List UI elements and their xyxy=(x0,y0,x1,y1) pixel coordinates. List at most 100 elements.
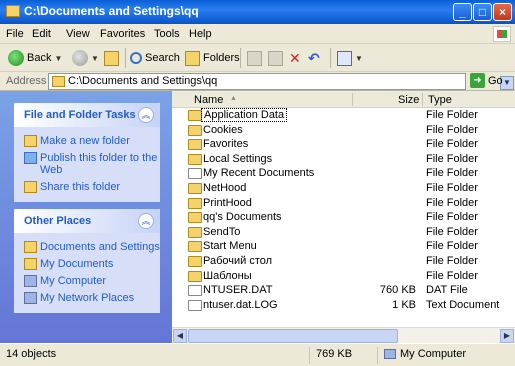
place-label: My Documents xyxy=(40,258,114,270)
task-make-new-folder[interactable]: Make a new folder xyxy=(14,135,160,147)
file-type: File Folder xyxy=(426,152,478,165)
scroll-left-icon[interactable]: ◀ xyxy=(173,329,187,343)
forward-button[interactable]: ▼ xyxy=(72,48,99,68)
file-row[interactable]: Local Settings File Folder xyxy=(172,152,515,167)
horizontal-scrollbar[interactable]: ◀ ▶ xyxy=(172,327,515,343)
file-name: Рабочий стол xyxy=(203,254,273,267)
task-pane: File and Folder Tasks ︽ Make a new folde… xyxy=(0,91,172,343)
column-divider[interactable] xyxy=(422,93,423,106)
move-to-icon xyxy=(247,50,262,66)
copy-to-button[interactable] xyxy=(268,48,283,68)
menu-tools[interactable]: Tools xyxy=(154,28,180,40)
close-button[interactable]: × xyxy=(493,3,512,21)
file-row[interactable]: Шаблоны File Folder xyxy=(172,269,515,284)
file-list[interactable]: Name ▲ Size Type Application Data File Fo… xyxy=(172,91,515,343)
address-value: C:\Documents and Settings\qq xyxy=(68,75,218,87)
column-size-header[interactable]: Size xyxy=(398,94,419,106)
file-row[interactable]: Start Menu File Folder xyxy=(172,239,515,254)
back-label: Back xyxy=(27,52,52,64)
task-publish-folder[interactable]: Publish this folder to the Web xyxy=(14,152,160,176)
go-button[interactable]: ➜ Go xyxy=(470,73,503,88)
file-name: My Recent Documents xyxy=(203,167,315,180)
folder-icon xyxy=(188,153,202,165)
folder-icon xyxy=(188,226,202,238)
scroll-right-icon[interactable]: ▶ xyxy=(500,329,514,343)
file-row[interactable]: ntuser.dat.LOG 1 KB Text Document xyxy=(172,298,515,313)
file-row[interactable]: SendTo File Folder xyxy=(172,225,515,240)
column-name-header[interactable]: Name xyxy=(194,94,223,106)
place-my-network-places[interactable]: My Network Places xyxy=(14,292,160,304)
delete-button[interactable]: ✕ xyxy=(289,48,301,68)
file-size: 1 KB xyxy=(392,298,416,311)
file-name: NetHood xyxy=(203,181,247,194)
new-folder-icon xyxy=(24,135,37,147)
file-type: File Folder xyxy=(426,181,478,194)
maximize-button[interactable]: □ xyxy=(473,3,492,21)
file-folder-tasks-panel: File and Folder Tasks ︽ Make a new folde… xyxy=(14,103,160,202)
file-name: ntuser.dat.LOG xyxy=(203,298,278,311)
recent-folder-icon xyxy=(188,168,202,180)
status-bar: 14 objects 769 KB My Computer xyxy=(0,343,515,366)
file-type: DAT File xyxy=(426,284,468,297)
column-type-header[interactable]: Type xyxy=(428,94,452,106)
search-label: Search xyxy=(145,52,180,64)
menu-file[interactable]: File xyxy=(6,28,24,40)
undo-icon: ↶ xyxy=(308,49,320,66)
chevron-down-icon[interactable]: ▼ xyxy=(355,54,363,63)
file-row[interactable]: Рабочий стол File Folder xyxy=(172,254,515,269)
back-button[interactable]: Back ▼ xyxy=(8,48,62,68)
panel-header[interactable]: File and Folder Tasks ︽ xyxy=(14,103,160,127)
place-my-computer[interactable]: My Computer xyxy=(14,275,160,287)
task-label: Make a new folder xyxy=(40,135,130,147)
file-type: File Folder xyxy=(426,240,478,253)
title-bar[interactable]: C:\Documents and Settings\qq _ □ × xyxy=(0,0,515,24)
file-row[interactable]: Application Data File Folder xyxy=(172,108,515,123)
window-title: C:\Documents and Settings\qq xyxy=(24,4,199,18)
place-label: My Computer xyxy=(40,275,107,287)
menu-bar: File Edit View Favorites Tools Help xyxy=(0,24,515,44)
up-folder-icon xyxy=(104,50,119,66)
file-name: Local Settings xyxy=(203,152,273,165)
place-documents-and-settings[interactable]: Documents and Settings xyxy=(14,241,160,253)
toolbar-divider xyxy=(125,48,126,68)
chevron-down-icon[interactable]: ▼ xyxy=(91,54,99,63)
file-row[interactable]: NTUSER.DAT 760 KB DAT File xyxy=(172,283,515,298)
file-row[interactable]: PrintHood File Folder xyxy=(172,196,515,211)
move-to-button[interactable] xyxy=(247,48,262,68)
panel-header[interactable]: Other Places ︽ xyxy=(14,209,160,233)
address-input[interactable]: C:\Documents and Settings\qq ▼ xyxy=(48,73,514,90)
delete-x-icon: ✕ xyxy=(289,49,301,66)
toolbar-divider xyxy=(240,48,241,68)
file-row[interactable]: My Recent Documents File Folder xyxy=(172,166,515,181)
file-type: File Folder xyxy=(426,254,478,267)
file-row[interactable]: Favorites File Folder xyxy=(172,137,515,152)
file-row[interactable]: NetHood File Folder xyxy=(172,181,515,196)
menu-view[interactable]: View xyxy=(66,28,90,40)
text-file-icon xyxy=(188,299,202,311)
menu-favorites[interactable]: Favorites xyxy=(100,28,145,40)
views-button[interactable]: ▼ xyxy=(337,48,363,68)
file-row[interactable]: Cookies File Folder xyxy=(172,123,515,138)
place-my-documents[interactable]: My Documents xyxy=(14,258,160,270)
up-folder-button[interactable] xyxy=(104,48,119,68)
undo-button[interactable]: ↶ xyxy=(308,48,320,68)
folder-icon xyxy=(52,76,65,87)
column-divider[interactable] xyxy=(352,93,353,106)
chevron-down-icon[interactable]: ▼ xyxy=(54,54,62,63)
scrollbar-thumb[interactable] xyxy=(188,329,398,343)
status-location-label: My Computer xyxy=(400,348,467,360)
minimize-button[interactable]: _ xyxy=(453,3,472,21)
collapse-chevron-icon[interactable]: ︽ xyxy=(138,107,154,123)
folders-label: Folders xyxy=(203,52,240,64)
folder-icon xyxy=(188,197,202,209)
collapse-chevron-icon[interactable]: ︽ xyxy=(138,213,154,229)
task-share-folder[interactable]: Share this folder xyxy=(14,181,160,193)
file-name: Start Menu xyxy=(203,240,257,253)
file-name: Application Data xyxy=(201,108,288,122)
menu-help[interactable]: Help xyxy=(189,28,212,40)
menu-edit[interactable]: Edit xyxy=(32,28,51,40)
folders-button[interactable]: Folders xyxy=(185,48,240,68)
search-button[interactable]: Search xyxy=(130,48,180,68)
file-row[interactable]: qq's Documents File Folder xyxy=(172,210,515,225)
file-type: Text Document xyxy=(426,298,500,311)
